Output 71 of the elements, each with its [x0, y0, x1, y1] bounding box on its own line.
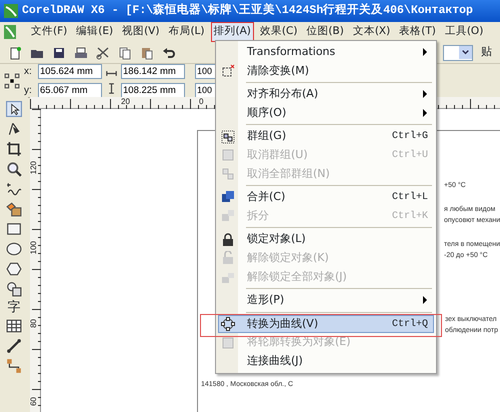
coordinate-label: x: [24, 64, 33, 78]
snap-label: 贴 [481, 44, 492, 60]
connector-tool-icon[interactable] [6, 358, 22, 374]
cut-icon[interactable] [96, 46, 110, 60]
menu-item[interactable]: 连接曲线(J) [218, 352, 434, 370]
width-field[interactable]: 186.142 mm [121, 64, 185, 78]
group-icon [221, 130, 235, 144]
undo-icon[interactable] [162, 46, 176, 60]
table-tool-icon[interactable] [6, 318, 22, 334]
menu-item[interactable]: 合并(C) Ctrl+L [218, 188, 434, 207]
unlock-icon [221, 251, 235, 266]
dimension-tool-icon[interactable] [6, 338, 22, 354]
window-title: CorelDRAW X6 - [F:\森恒电器\标牌\王亚美\1424Sh行程开关及406\Контактор [22, 2, 473, 20]
menu-item[interactable]: 排列(A) [210, 22, 254, 42]
menu-item[interactable]: 工具(O) [442, 22, 486, 42]
zoom-combo[interactable] [443, 44, 473, 60]
x-position-field[interactable]: 105.624 mm [38, 64, 102, 78]
lock-icon [221, 232, 235, 247]
menu-item[interactable]: 视图(V) [119, 22, 162, 42]
rectangle-tool-icon[interactable] [6, 221, 22, 237]
menu-item[interactable]: 文件(F) [28, 22, 70, 42]
menu-item[interactable]: 对齐和分布(A) [218, 85, 434, 104]
ruler-number: 20 [121, 98, 130, 106]
ruler-number: 60 [30, 397, 38, 406]
text-tool[interactable]: 字 [8, 301, 20, 314]
menu-item[interactable]: 造形(P) [218, 291, 434, 310]
save-icon[interactable] [52, 46, 66, 60]
paste-icon[interactable] [140, 46, 154, 60]
app-logo-icon [4, 4, 18, 18]
ungroup-icon [221, 148, 235, 162]
menu-item[interactable]: 表格(T) [396, 22, 439, 42]
print-icon[interactable] [74, 46, 88, 60]
menu-item[interactable]: 文本(X) [350, 22, 394, 42]
copy-icon[interactable] [118, 46, 132, 60]
coordinate-label: y: [24, 84, 33, 98]
smart-fill-icon[interactable] [6, 201, 22, 217]
shape-tool-icon[interactable] [6, 121, 22, 137]
menu-item[interactable]: 布局(L) [165, 22, 208, 42]
y-position-field[interactable]: 65.067 mm [38, 82, 102, 98]
menu-item[interactable]: 群组(G) Ctrl+G [218, 127, 434, 146]
menu-item[interactable]: 转换为曲线(V) Ctrl+Q [218, 314, 434, 334]
menu-item[interactable]: 顺序(O) [218, 104, 434, 122]
menu-item[interactable]: 锁定对象(L) [218, 230, 434, 249]
ellipse-tool-icon[interactable] [6, 241, 22, 257]
scale-y-field[interactable]: 100 [195, 82, 217, 98]
basic-shapes-icon[interactable] [6, 281, 22, 297]
zoom-tool-icon[interactable] [6, 161, 22, 177]
ruler-number: 80 [30, 319, 38, 328]
ruler-number: 120 [30, 161, 38, 174]
freehand-tool-icon[interactable] [6, 181, 22, 197]
height-field[interactable]: 108.225 mm [121, 82, 185, 98]
convert-to-curves-icon [221, 317, 235, 332]
combine-icon [221, 190, 235, 204]
break-apart-icon [221, 209, 235, 224]
crop-tool-icon[interactable] [6, 141, 22, 157]
pick-tool-icon[interactable] [6, 101, 22, 117]
polygon-tool-icon[interactable] [6, 261, 22, 277]
outline-to-object-icon [221, 336, 235, 350]
menu-item[interactable]: Transformations [218, 43, 434, 62]
ungroup-all-icon [221, 166, 235, 181]
ruler-number: 0 [199, 98, 204, 106]
clear-transform-icon [221, 64, 235, 78]
menu-item[interactable]: 效果(C) [256, 22, 300, 42]
menu-item[interactable]: 位图(B) [303, 22, 347, 42]
height-icon [106, 82, 117, 94]
new-file-icon[interactable] [8, 46, 22, 60]
app-logo-icon [4, 25, 16, 39]
menu-item[interactable]: 编辑(E) [73, 22, 116, 42]
object-origin-icon [4, 72, 20, 88]
ruler-number: 100 [30, 241, 38, 254]
menu-item[interactable]: 清除变换(M) [218, 62, 434, 80]
